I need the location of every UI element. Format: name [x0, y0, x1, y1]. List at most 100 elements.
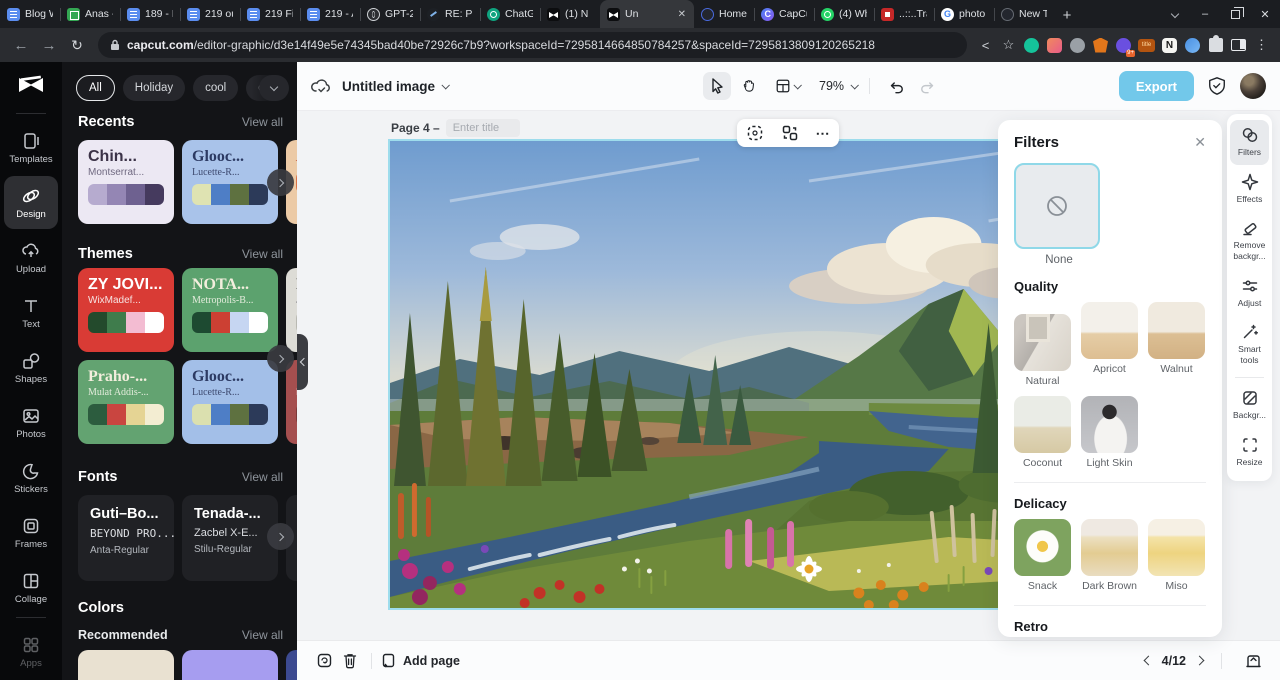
filter-option[interactable]: Snack — [1014, 519, 1071, 592]
themes-next-arrow[interactable] — [267, 345, 294, 372]
browser-tab-active[interactable]: Un✕ — [600, 0, 694, 28]
color-card[interactable]: Aa — [182, 650, 278, 680]
present-fullscreen-button[interactable] — [1240, 648, 1266, 674]
tool-filters[interactable]: Filters — [1230, 120, 1269, 165]
sidebar-item-upload[interactable]: Upload — [4, 231, 58, 284]
theme-card[interactable]: No Sin — [286, 268, 297, 352]
undo-button[interactable] — [882, 72, 910, 100]
theme-card[interactable]: ZY JOVI... WixMadef... — [78, 268, 174, 352]
redo-button[interactable] — [914, 72, 942, 100]
browser-tab[interactable]: (4) Wh — [814, 0, 874, 28]
font-card[interactable]: Guti–Bo... BEYOND PRO... Anta-Regular — [78, 495, 174, 581]
filter-none-tile[interactable] — [1014, 163, 1100, 249]
replace-swap-icon[interactable] — [781, 124, 799, 142]
filter-option[interactable]: Dark Brown — [1081, 519, 1138, 592]
font-card[interactable]: Tenada-... Zacbel X-E... Stilu-Regular — [182, 495, 278, 581]
recents-next-arrow[interactable] — [267, 169, 294, 196]
browser-tab[interactable]: Anas - — [60, 0, 120, 28]
browser-tab[interactable]: New Ta — [994, 0, 1054, 28]
theme-card[interactable]: Glooc... Lucette-R... — [182, 140, 278, 224]
globe-extension-icon[interactable] — [1067, 35, 1088, 56]
browser-menu-icon[interactable]: ⋮ — [1251, 35, 1272, 56]
tool-adjust[interactable]: Adjust — [1230, 271, 1269, 316]
sidebar-item-templates[interactable]: Templates — [4, 121, 58, 174]
prev-page-chevron-icon[interactable] — [1143, 656, 1153, 666]
bookmark-star-icon[interactable]: ☆ — [998, 35, 1019, 56]
share-icon[interactable]: < — [975, 35, 996, 56]
user-avatar[interactable] — [1240, 73, 1266, 99]
metamask-extension-icon[interactable] — [1090, 35, 1111, 56]
select-tool-button[interactable] — [703, 72, 731, 100]
more-options-icon[interactable]: ⋯ — [816, 125, 831, 142]
filter-option[interactable]: Coconut — [1014, 396, 1071, 469]
zoom-level[interactable]: 79% — [819, 79, 844, 93]
document-title[interactable]: Untitled image — [342, 79, 435, 94]
tool-effects[interactable]: Effects — [1230, 167, 1269, 212]
privacy-shield-icon[interactable] — [1207, 75, 1227, 97]
tab-search-chevron-icon[interactable] — [1160, 0, 1190, 28]
notion-extension-icon[interactable]: N — [1159, 35, 1180, 56]
browser-tab[interactable]: Blog W — [0, 0, 60, 28]
chip-cool[interactable]: cool — [193, 75, 238, 101]
tool-smart-tools[interactable]: Smart tools — [1230, 317, 1269, 372]
tool-remove-background[interactable]: Remove backgr... — [1230, 213, 1269, 268]
browser-tab[interactable]: 219 Fir — [240, 0, 300, 28]
export-button[interactable]: Export — [1119, 71, 1194, 101]
title-extension-icon[interactable]: title — [1136, 35, 1157, 56]
grammarly-extension-icon[interactable] — [1021, 35, 1042, 56]
extensions-puzzle-icon[interactable] — [1205, 35, 1226, 56]
browser-tab[interactable]: ChatGF — [480, 0, 540, 28]
sidebar-item-photos[interactable]: Photos — [4, 396, 58, 449]
hand-tool-button[interactable] — [735, 72, 763, 100]
new-tab-button[interactable]: + — [1054, 2, 1080, 28]
tool-resize[interactable]: Resize — [1230, 430, 1269, 475]
sidebar-item-collage[interactable]: Collage — [4, 561, 58, 614]
reload-button[interactable]: ↻ — [64, 32, 90, 58]
chip-all[interactable]: All — [76, 75, 115, 101]
sidebar-item-shapes[interactable]: Shapes — [4, 341, 58, 394]
page-title-input[interactable] — [446, 119, 520, 137]
forward-button[interactable]: → — [36, 32, 62, 58]
layout-tool-button[interactable] — [767, 72, 807, 100]
filters-close-icon[interactable]: ✕ — [1194, 134, 1206, 151]
filter-option[interactable]: Apricot — [1081, 302, 1138, 387]
swirl-extension-icon[interactable] — [1182, 35, 1203, 56]
next-page-chevron-icon[interactable] — [1195, 656, 1205, 666]
chips-expand-chevron-icon[interactable] — [259, 75, 289, 101]
browser-tab[interactable]: GPT-2 — [360, 0, 420, 28]
window-minimize-button[interactable]: – — [1190, 0, 1220, 28]
sidebar-item-design[interactable]: Design — [4, 176, 58, 229]
window-close-button[interactable]: ✕ — [1250, 0, 1280, 28]
browser-tab[interactable]: ..::..Tra — [874, 0, 934, 28]
sidebar-item-frames[interactable]: Frames — [4, 506, 58, 559]
add-page-button[interactable]: Add page — [380, 652, 460, 669]
theme-card[interactable]: Ru Mo — [286, 360, 297, 444]
filter-option[interactable]: Miso — [1148, 519, 1205, 592]
doc-title-chevron-icon[interactable] — [441, 81, 449, 89]
sidebar-item-stickers[interactable]: Stickers — [4, 451, 58, 504]
url-field[interactable]: capcut.com/editor-graphic/d3e14f49e5e743… — [98, 32, 967, 58]
theme-card[interactable]: Chin... Montserrat... — [78, 140, 174, 224]
color-card[interactable]: Aa — [78, 650, 174, 680]
theme-card[interactable]: Praho-... Mulat Addis-... — [78, 360, 174, 444]
pink-extension-icon[interactable] — [1044, 35, 1065, 56]
side-panel-icon[interactable] — [1228, 35, 1249, 56]
tool-background[interactable]: Backgr... — [1230, 383, 1269, 428]
tab-close-icon[interactable]: ✕ — [677, 9, 687, 20]
view-all-link[interactable]: View all — [242, 115, 283, 129]
view-all-link[interactable]: View all — [242, 247, 283, 261]
sidebar-item-text[interactable]: Text — [4, 286, 58, 339]
duplicate-page-button[interactable] — [311, 648, 337, 674]
browser-tab[interactable]: 219 - A — [300, 0, 360, 28]
spark-extension-icon[interactable]: 9+ — [1113, 35, 1134, 56]
browser-tab[interactable]: RE: Pro — [420, 0, 480, 28]
delete-page-button[interactable] — [337, 648, 363, 674]
browser-tab[interactable]: 219 ou — [180, 0, 240, 28]
browser-tab[interactable]: Home — [694, 0, 754, 28]
browser-tab[interactable]: 189 - E — [120, 0, 180, 28]
color-card[interactable]: A — [286, 650, 297, 680]
panel-collapse-handle[interactable] — [297, 334, 308, 390]
filter-option[interactable]: Walnut — [1148, 302, 1205, 387]
browser-tab[interactable]: CapCu — [754, 0, 814, 28]
fonts-next-arrow[interactable] — [267, 523, 294, 550]
